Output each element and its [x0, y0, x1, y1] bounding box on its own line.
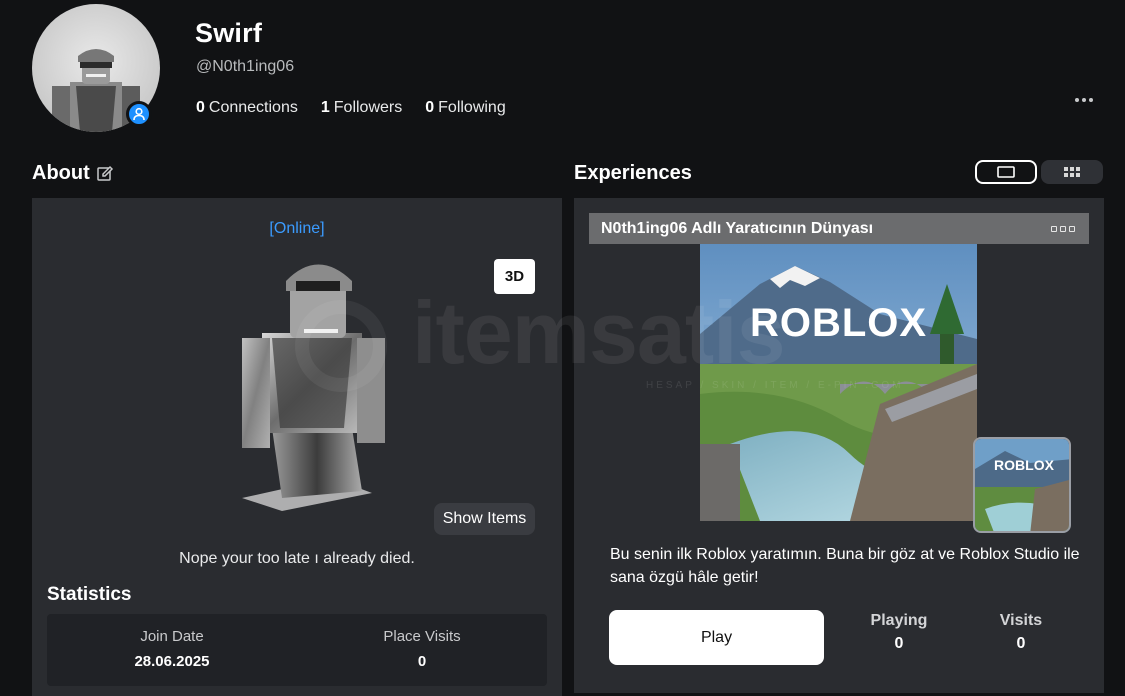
experience-card: N0th1ing06 Adlı Yaratıcının Dünyası ROBL…	[574, 198, 1104, 693]
experience-thumbnail[interactable]: ROBLOX	[700, 244, 977, 521]
profile-blurb: Nope your too late ı already died.	[179, 550, 415, 567]
experience-name[interactable]: N0th1ing06 Adlı Yaratıcının Dünyası	[589, 220, 1051, 238]
grid-view-button[interactable]	[1041, 160, 1103, 184]
followers-link[interactable]: 1 Followers	[321, 99, 402, 117]
stat-value: 28.06.2025	[134, 653, 210, 670]
experience-playing: Playing 0	[849, 612, 949, 653]
following-count: 0	[425, 99, 435, 116]
visits-value: 0	[1016, 635, 1026, 652]
profile-avatar-wrapper[interactable]	[32, 4, 160, 132]
stat-label: Place Visits	[383, 628, 461, 645]
single-view-button[interactable]	[975, 160, 1037, 184]
playing-value: 0	[894, 635, 904, 652]
avatar-3d-figure[interactable]	[202, 253, 402, 513]
stat-label: Join Date	[140, 628, 204, 645]
stat-join-date: Join Date 28.06.2025	[47, 614, 297, 686]
experience-menu-icon[interactable]	[1051, 225, 1089, 232]
about-panel: [Online] 3D Show Items Nope your too lat…	[32, 198, 562, 696]
experience-visits: Visits 0	[971, 612, 1071, 653]
grid-view-icon	[1064, 167, 1080, 177]
connections-label: Connections	[208, 99, 298, 116]
statistics-heading: Statistics	[47, 584, 132, 605]
following-link[interactable]: 0 Following	[425, 99, 506, 117]
view-toggle	[975, 160, 1103, 184]
toggle-3d-button[interactable]: 3D	[494, 259, 535, 294]
more-horizontal-icon[interactable]	[1072, 90, 1096, 110]
visits-label: Visits	[999, 612, 1043, 629]
roblox-icon-logo-text: ROBLOX	[994, 457, 1054, 473]
display-name: Swirf	[195, 18, 263, 48]
about-heading: About	[32, 162, 90, 184]
experience-icon-thumbnail[interactable]: ROBLOX	[973, 437, 1071, 533]
online-presence-badge	[126, 101, 152, 127]
experience-icon-image	[975, 439, 1069, 531]
experience-titlebar: N0th1ing06 Adlı Yaratıcının Dünyası	[589, 213, 1089, 244]
edit-icon[interactable]	[96, 165, 114, 183]
connections-count: 0	[196, 99, 205, 116]
followers-count: 1	[320, 99, 330, 116]
followers-label: Followers	[333, 99, 403, 116]
stat-value: 0	[417, 653, 427, 670]
connections-link[interactable]: 0 Connections	[196, 99, 298, 117]
stat-place-visits: Place Visits 0	[297, 614, 547, 686]
user-icon	[133, 107, 145, 121]
single-view-icon	[997, 166, 1015, 178]
roblox-logo-text: ROBLOX	[749, 301, 928, 345]
social-stats: 0 Connections 1 Followers 0 Following	[196, 99, 506, 117]
username: @N0th1ing06	[196, 58, 295, 75]
experience-thumbnail-image	[700, 244, 977, 521]
following-label: Following	[438, 99, 506, 116]
show-items-button[interactable]: Show Items	[434, 503, 535, 535]
play-button[interactable]: Play	[609, 610, 824, 665]
playing-label: Playing	[870, 612, 928, 629]
experiences-heading: Experiences	[574, 162, 692, 184]
experience-description: Bu senin ilk Roblox yaratımın. Buna bir …	[610, 546, 1080, 586]
statistics-box: Join Date 28.06.2025 Place Visits 0	[47, 614, 547, 686]
online-status[interactable]: [Online]	[32, 220, 562, 238]
